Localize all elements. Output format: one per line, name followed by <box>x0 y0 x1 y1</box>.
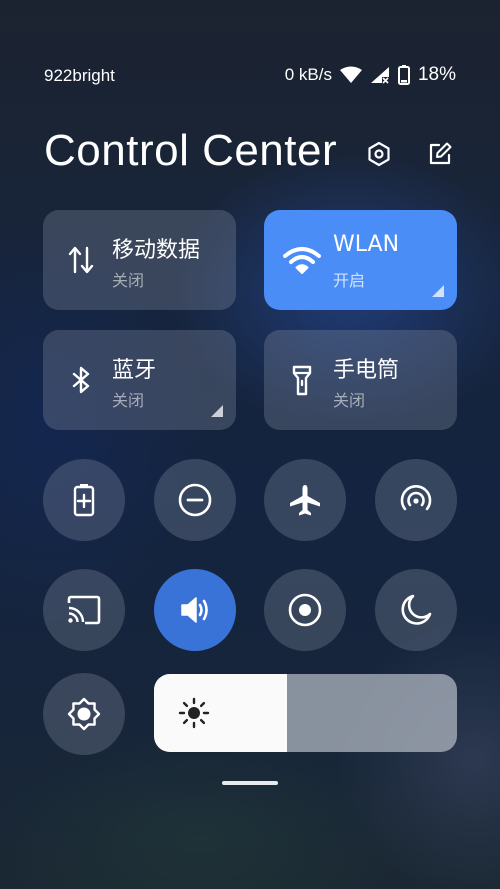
tile-flashlight[interactable]: 手电筒 关闭 <box>264 330 457 430</box>
settings-icon[interactable] <box>365 140 393 168</box>
bluetooth-icon <box>72 366 90 394</box>
toggle-airplane-mode[interactable] <box>264 459 346 541</box>
expand-corner-icon[interactable] <box>211 405 223 417</box>
flashlight-icon <box>292 365 312 396</box>
tile-label: 蓝牙 <box>112 358 157 383</box>
toggle-dark-mode[interactable] <box>375 569 457 651</box>
status-bar: 922bright 0 kB/s 18% <box>0 64 500 90</box>
tile-state: 关闭 <box>333 391 366 410</box>
hotspot-icon <box>400 485 432 511</box>
tile-wlan[interactable]: WLAN 开启 <box>264 210 457 310</box>
tile-bluetooth[interactable]: 蓝牙 关闭 <box>43 330 236 430</box>
do-not-disturb-icon <box>178 483 212 517</box>
tile-label: WLAN <box>333 232 400 257</box>
tile-state: 开启 <box>333 271 366 290</box>
home-indicator[interactable] <box>222 781 278 785</box>
screen-record-icon <box>288 593 322 627</box>
tile-mobile-data[interactable]: 移动数据 关闭 <box>43 210 236 310</box>
tile-label: 手电筒 <box>333 358 400 383</box>
carrier-name: 922bright <box>44 66 115 85</box>
toggle-auto-brightness[interactable] <box>43 673 125 755</box>
cellular-signal-icon <box>370 67 389 84</box>
toggle-do-not-disturb[interactable] <box>154 459 236 541</box>
dark-mode-icon <box>401 594 432 625</box>
brightness-slider[interactable] <box>154 674 457 752</box>
battery-saver-icon <box>73 484 95 517</box>
expand-corner-icon[interactable] <box>432 285 444 297</box>
toggle-screen-record[interactable] <box>264 569 346 651</box>
toggle-battery-saver[interactable] <box>43 459 125 541</box>
sound-icon <box>181 597 208 623</box>
tile-state: 关闭 <box>112 391 145 410</box>
toggle-sound[interactable] <box>154 569 236 651</box>
wifi-icon <box>283 247 321 274</box>
status-indicators: 0 kB/s 18% <box>285 64 456 86</box>
battery-icon <box>397 65 410 85</box>
edit-icon[interactable] <box>426 140 454 168</box>
cast-icon <box>67 595 101 625</box>
page-title: Control Center <box>44 126 338 175</box>
toggle-hotspot[interactable] <box>375 459 457 541</box>
toggle-cast[interactable] <box>43 569 125 651</box>
tile-state: 关闭 <box>112 271 145 290</box>
mobile-data-icon <box>68 246 94 274</box>
wifi-signal-icon <box>339 66 362 83</box>
sun-icon <box>178 697 210 729</box>
network-speed: 0 kB/s <box>284 65 332 84</box>
airplane-icon <box>290 485 320 516</box>
tile-label: 移动数据 <box>112 238 201 263</box>
brightness-slider-fill <box>154 674 288 752</box>
auto-brightness-icon <box>67 697 101 731</box>
battery-percent: 18% <box>417 64 456 85</box>
